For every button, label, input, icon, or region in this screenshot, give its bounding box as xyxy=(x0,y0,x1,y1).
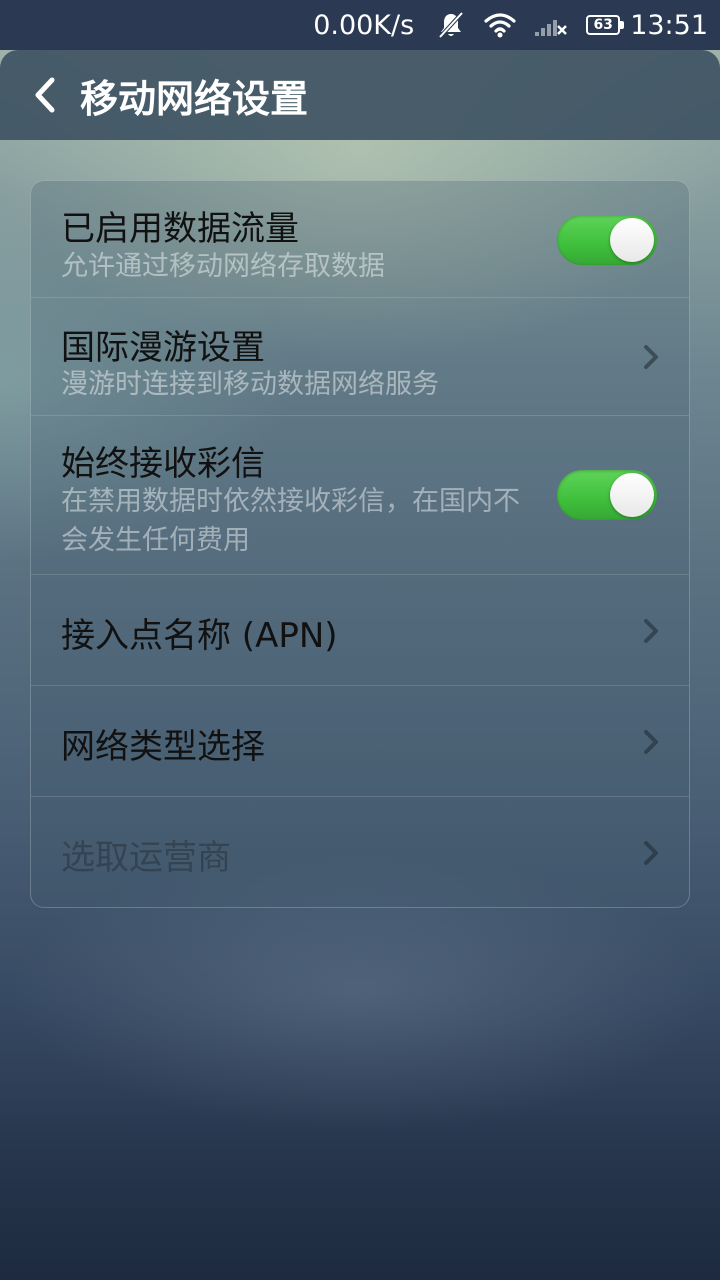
setting-row-roaming[interactable]: 国际漫游设置 漫游时连接到移动数据网络服务 xyxy=(31,298,689,416)
clock: 13:51 xyxy=(630,9,708,41)
battery-icon: 63 xyxy=(586,15,625,35)
back-arrow-icon xyxy=(35,77,55,113)
wifi-icon xyxy=(484,12,516,38)
back-button[interactable] xyxy=(10,50,80,140)
mms-title: 始终接收彩信 xyxy=(61,444,265,484)
setting-row-apn[interactable]: 接入点名称 (APN) xyxy=(31,575,689,686)
signal-no-service-icon xyxy=(534,12,568,38)
settings-card: 已启用数据流量 允许通过移动网络存取数据 国际漫游设置 漫游时连接到移动数据网络… xyxy=(30,180,690,908)
chevron-right-icon xyxy=(644,841,658,865)
chevron-right-icon xyxy=(644,730,658,754)
chevron-right-icon xyxy=(644,345,658,369)
network-speed: 0.00K/s xyxy=(313,9,415,41)
setting-row-network-type[interactable]: 网络类型选择 xyxy=(31,686,689,797)
toggle-knob xyxy=(610,218,654,262)
data-enabled-subtitle: 允许通过移动网络存取数据 xyxy=(61,251,385,282)
status-bar: 0.00K/s 63 13:51 xyxy=(0,0,720,50)
notifications-muted-icon xyxy=(436,10,466,40)
network-type-title: 网络类型选择 xyxy=(61,727,265,767)
setting-row-mms[interactable]: 始终接收彩信 在禁用数据时依然接收彩信，在国内不会发生任何费用 xyxy=(31,416,689,575)
apn-title: 接入点名称 (APN) xyxy=(61,616,338,656)
page-title: 移动网络设置 xyxy=(80,76,309,121)
mms-toggle[interactable] xyxy=(557,470,657,520)
chevron-right-icon xyxy=(644,619,658,643)
roaming-subtitle: 漫游时连接到移动数据网络服务 xyxy=(61,369,439,400)
toggle-knob xyxy=(610,473,654,517)
data-enabled-toggle[interactable] xyxy=(557,215,657,265)
setting-row-data-enabled[interactable]: 已启用数据流量 允许通过移动网络存取数据 xyxy=(31,181,689,298)
setting-row-operator[interactable]: 选取运营商 xyxy=(31,797,689,907)
data-enabled-title: 已启用数据流量 xyxy=(61,209,299,249)
roaming-title: 国际漫游设置 xyxy=(61,328,265,368)
operator-title: 选取运营商 xyxy=(61,838,231,878)
title-bar: 移动网络设置 xyxy=(0,50,720,140)
battery-level: 63 xyxy=(586,15,621,35)
mms-subtitle: 在禁用数据时依然接收彩信，在国内不会发生任何费用 xyxy=(61,486,520,556)
